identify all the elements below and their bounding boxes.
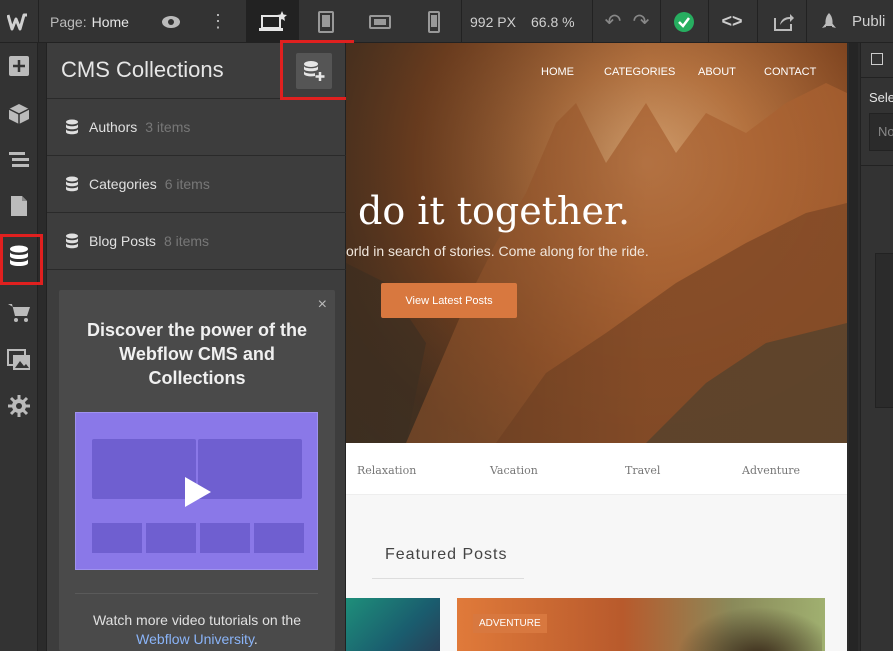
ecommerce-cart-icon[interactable] <box>0 290 38 336</box>
site-nav-about[interactable]: ABOUT <box>698 66 736 78</box>
site-nav-home[interactable]: HOME <box>541 66 574 78</box>
selector-label: Sele <box>869 90 893 105</box>
promo-video-thumbnail[interactable] <box>75 412 318 570</box>
post-card-image[interactable] <box>346 598 440 651</box>
selector-checkbox[interactable] <box>871 53 883 65</box>
canvas-width-readout: 992 PX <box>470 13 516 30</box>
pages-icon[interactable] <box>0 183 38 229</box>
featured-posts-title: Featured Posts <box>385 546 508 563</box>
post-category-badge: ADVENTURE <box>473 614 547 633</box>
hero-heading: do it together. <box>358 189 631 233</box>
collection-name: Authors <box>89 119 138 135</box>
site-canvas[interactable]: HOME CATEGORIES ABOUT CONTACT do it toge… <box>346 43 847 651</box>
settings-gear-icon[interactable] <box>0 383 38 429</box>
promo-footer-text: Watch more video tutorials on the <box>92 612 302 628</box>
page-selector[interactable]: Page: Home <box>50 0 129 43</box>
symbols-cube-icon[interactable] <box>0 91 38 137</box>
collection-database-icon <box>66 119 78 135</box>
page-name: Home <box>91 13 129 30</box>
webflow-university-link[interactable]: Webflow University <box>136 631 254 647</box>
publish-button[interactable]: Publi <box>852 0 885 43</box>
collection-item[interactable]: Blog Posts 8 items <box>47 213 347 270</box>
collection-count: 6 items <box>164 176 210 192</box>
panel-title: CMS Collections <box>61 57 224 82</box>
tag-travel[interactable]: Travel <box>625 464 660 477</box>
webflow-logo-icon[interactable] <box>0 0 38 43</box>
collection-name: Categories <box>89 176 157 192</box>
collection-database-icon <box>66 233 78 249</box>
promo-heading: Discover the power of the Webflow CMS an… <box>86 320 308 388</box>
assets-images-icon[interactable] <box>0 337 38 383</box>
promo-footer-period: . <box>253 631 258 647</box>
tag-vacation[interactable]: Vacation <box>490 464 538 477</box>
promo-close-button[interactable]: × <box>318 296 327 314</box>
zoom-readout: 66.8 % <box>531 13 575 30</box>
hero-subheading: orld in search of stories. Come along fo… <box>346 243 649 259</box>
collection-count: 3 items <box>145 119 191 135</box>
style-panel: Sele No <box>860 43 893 651</box>
tablet-breakpoint-icon[interactable] <box>306 0 346 43</box>
preview-eye-icon[interactable] <box>158 0 184 43</box>
left-toolbar <box>0 43 38 651</box>
cms-icon-highlight <box>0 234 43 285</box>
status-check-icon[interactable] <box>668 0 700 43</box>
play-icon[interactable] <box>76 413 317 569</box>
publish-rocket-icon[interactable] <box>816 0 842 43</box>
promo-footer: Watch more video tutorials on the Webflo… <box>59 611 335 649</box>
site-nav-contact[interactable]: CONTACT <box>764 66 816 78</box>
cms-promo-card: × Discover the power of the Webflow CMS … <box>59 290 335 651</box>
collection-database-icon <box>66 176 78 192</box>
redo-icon[interactable]: ↷ <box>628 0 654 43</box>
more-options-icon[interactable]: ⋮ <box>205 0 231 43</box>
view-latest-posts-button[interactable]: View Latest Posts <box>381 283 517 318</box>
canvas-scroll-gutter <box>847 43 860 651</box>
collection-item[interactable]: Authors 3 items <box>47 99 347 156</box>
mobile-portrait-breakpoint-icon[interactable] <box>414 0 454 43</box>
share-icon[interactable] <box>766 0 802 43</box>
mobile-landscape-breakpoint-icon[interactable] <box>360 0 400 43</box>
site-nav-categories[interactable]: CATEGORIES <box>604 66 675 78</box>
top-toolbar: Page: Home ⋮ 992 PX 66.8 % ↶ ↷ <> Publi <box>0 0 893 43</box>
cms-collections-panel: CMS Collections Authors 3 items Categori… <box>46 43 347 651</box>
collection-item[interactable]: Categories 6 items <box>47 156 347 213</box>
tag-adventure[interactable]: Adventure <box>742 464 800 477</box>
selector-input[interactable]: No <box>869 113 893 151</box>
undo-icon[interactable]: ↶ <box>600 0 626 43</box>
add-elements-icon[interactable] <box>0 43 38 89</box>
add-collection-highlight <box>280 40 354 100</box>
navigator-icon[interactable] <box>0 137 38 183</box>
collection-name: Blog Posts <box>89 233 156 249</box>
collection-count: 8 items <box>163 233 210 249</box>
tag-relaxation[interactable]: Relaxation <box>357 464 416 477</box>
page-label: Page: <box>50 13 87 30</box>
desktop-breakpoint-icon[interactable] <box>247 0 299 43</box>
code-export-icon[interactable]: <> <box>712 0 752 43</box>
